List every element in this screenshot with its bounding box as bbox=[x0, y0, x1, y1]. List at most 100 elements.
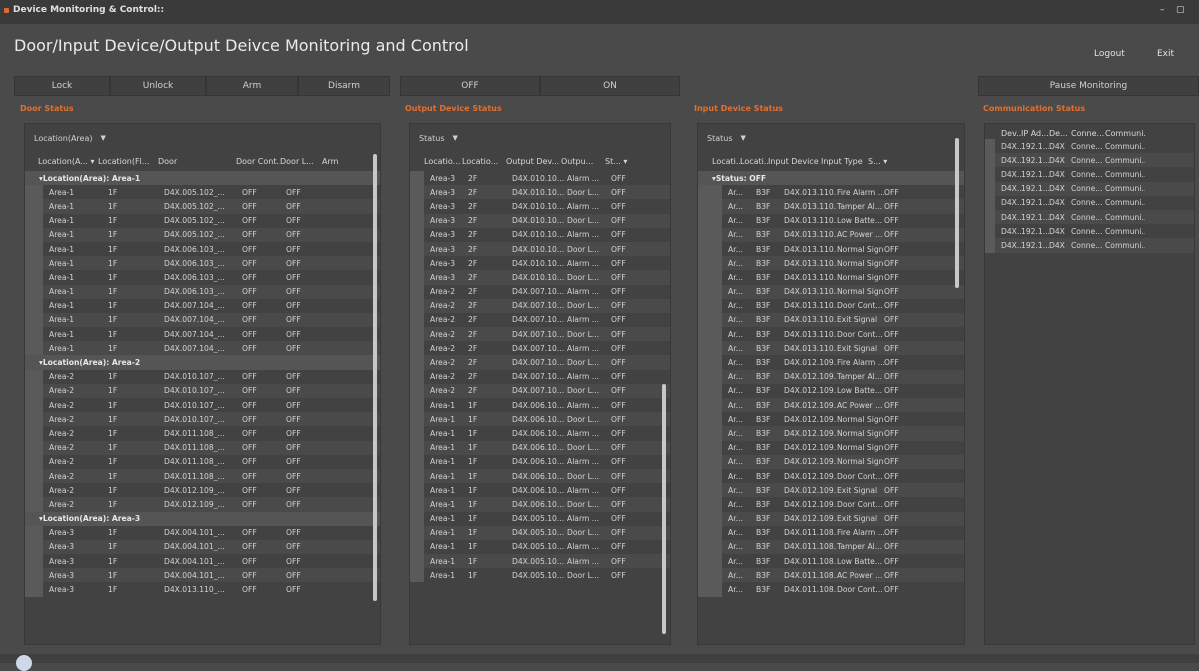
table-row[interactable]: Area-1 1F D4X.005.102_... OFF OFF bbox=[25, 199, 380, 214]
table-row[interactable]: Area-2 2F D4X.007.10... Door L... OFF bbox=[410, 298, 670, 313]
table-row[interactable]: Area-1 1F D4X.005.102_... OFF OFF bbox=[25, 213, 380, 228]
table-row[interactable]: Area-2 2F D4X.007.10... Alarm ... OFF bbox=[410, 369, 670, 384]
start-orb-icon[interactable] bbox=[16, 655, 32, 671]
column-header[interactable]: Door bbox=[158, 157, 236, 166]
table-row[interactable]: Ar... B3F D4X.013.110...Normal SignalOFF bbox=[698, 270, 964, 285]
off-button[interactable]: OFF bbox=[400, 76, 540, 96]
column-header[interactable]: IP Ad... bbox=[1021, 129, 1049, 138]
table-row[interactable]: Area-2 2F D4X.007.10... Alarm ... OFF bbox=[410, 284, 670, 299]
table-row[interactable]: D4X...192.1...D4X Conne...Communi... bbox=[985, 167, 1194, 182]
column-header[interactable]: Locatio... bbox=[462, 157, 506, 166]
table-row[interactable]: Ar... B3F D4X.013.110... Exit Signal OFF bbox=[698, 341, 964, 356]
table-row[interactable]: Ar... B3F D4X.013.110... Tamper Al... OFF bbox=[698, 199, 964, 214]
scrollbar[interactable] bbox=[662, 384, 666, 634]
table-row[interactable]: Ar... B3F D4X.011.108... AC Power ... OFF bbox=[698, 568, 964, 583]
table-row[interactable]: Area-3 1F D4X.004.101_... OFF OFF bbox=[25, 525, 380, 540]
table-row[interactable]: Area-1 1F D4X.006.103_... OFF OFF bbox=[25, 256, 380, 271]
table-row[interactable]: Area-1 1F D4X.005.10... Alarm ... OFF bbox=[410, 511, 670, 526]
table-row[interactable]: Area-1 1F D4X.007.104_... OFF OFF bbox=[25, 298, 380, 313]
table-row[interactable]: Area-3 2F D4X.010.10... Door L... OFF bbox=[410, 270, 670, 285]
group-row[interactable]: ▾ Location(Area): Area-2 bbox=[25, 355, 380, 370]
table-row[interactable]: D4X...192.1...D4X Conne...Communi... bbox=[985, 153, 1194, 168]
table-row[interactable]: Area-3 1F D4X.004.101_... OFF OFF bbox=[25, 554, 380, 569]
table-row[interactable]: Area-1 1F D4X.005.102_... OFF OFF bbox=[25, 185, 380, 200]
table-row[interactable]: Ar... B3F D4X.013.110...Normal SignalOFF bbox=[698, 284, 964, 299]
table-row[interactable]: Area-1 1F D4X.005.10... Door L... OFF bbox=[410, 568, 670, 583]
table-row[interactable]: Area-1 1F D4X.006.10... Alarm ... OFF bbox=[410, 483, 670, 498]
table-row[interactable]: Area-1 1F D4X.005.10... Alarm ... OFF bbox=[410, 554, 670, 569]
column-header[interactable]: Input Type bbox=[821, 157, 868, 166]
table-row[interactable]: Area-3 1F D4X.013.110_... OFF OFF bbox=[25, 582, 380, 597]
table-row[interactable]: Area-1 1F D4X.005.10... Door L... OFF bbox=[410, 525, 670, 540]
table-row[interactable]: Area-2 1F D4X.010.107_... OFF OFF bbox=[25, 398, 380, 413]
table-row[interactable]: D4X...192.1...D4X Conne...Communi... bbox=[985, 195, 1194, 210]
maximize-button[interactable]: ▢ bbox=[1176, 5, 1185, 15]
table-row[interactable]: Ar... B3F D4X.011.108... Door Cont... OFF bbox=[698, 582, 964, 597]
column-header[interactable]: Door L... bbox=[280, 157, 322, 166]
table-row[interactable]: Ar... B3F D4X.012.109...Normal SignalOFF bbox=[698, 412, 964, 427]
table-row[interactable]: Ar... B3F D4X.013.110...Normal SignalOFF bbox=[698, 256, 964, 271]
scrollbar[interactable] bbox=[373, 154, 377, 601]
table-row[interactable]: Ar... B3F D4X.012.109... Exit Signal OFF bbox=[698, 511, 964, 526]
table-row[interactable]: Area-1 1F D4X.005.10... Alarm ... OFF bbox=[410, 539, 670, 555]
table-row[interactable]: Area-2 1F D4X.012.109_... OFF OFF bbox=[25, 483, 380, 498]
lock-button[interactable]: Lock bbox=[14, 76, 110, 96]
table-row[interactable]: D4X...192.1...D4X Conne...Communi... bbox=[985, 181, 1194, 196]
minimize-button[interactable]: – bbox=[1160, 5, 1165, 15]
column-header[interactable]: Output Dev... bbox=[506, 157, 561, 166]
column-header[interactable]: St... ▾ bbox=[605, 157, 635, 166]
on-button[interactable]: ON bbox=[540, 76, 680, 96]
pause-monitoring-button[interactable]: Pause Monitoring bbox=[978, 76, 1199, 96]
table-row[interactable]: Area-2 1F D4X.011.108_... OFF OFF bbox=[25, 440, 380, 455]
table-row[interactable]: Area-1 1F D4X.006.10... Alarm ... OFF bbox=[410, 454, 670, 469]
unlock-button[interactable]: Unlock bbox=[110, 76, 206, 96]
group-row[interactable]: ▾ Status: OFF bbox=[698, 171, 964, 186]
table-row[interactable]: Area-1 1F D4X.006.103_... OFF OFF bbox=[25, 270, 380, 285]
table-row[interactable]: Ar... B3F D4X.012.109... AC Power ... OFF bbox=[698, 398, 964, 413]
table-row[interactable]: Area-1 1F D4X.006.10... Door L... OFF bbox=[410, 440, 670, 455]
table-row[interactable]: Area-2 2F D4X.007.10... Door L... OFF bbox=[410, 327, 670, 342]
group-by-box[interactable]: Status ▼ bbox=[415, 130, 462, 146]
column-header[interactable]: Outpu... bbox=[561, 157, 605, 166]
table-row[interactable]: Area-1 1F D4X.006.10... Alarm ... OFF bbox=[410, 426, 670, 441]
column-header[interactable]: Locati... bbox=[740, 157, 768, 166]
table-row[interactable]: Area-1 1F D4X.007.104_... OFF OFF bbox=[25, 312, 380, 328]
table-row[interactable]: Area-2 1F D4X.011.108_... OFF OFF bbox=[25, 426, 380, 441]
table-row[interactable]: Area-1 1F D4X.006.10... Door L... OFF bbox=[410, 468, 670, 484]
table-row[interactable]: Area-2 2F D4X.007.10... Door L... OFF bbox=[410, 383, 670, 398]
table-row[interactable]: Area-2 1F D4X.011.108_... OFF OFF bbox=[25, 468, 380, 484]
exit-link[interactable]: Exit bbox=[1157, 49, 1174, 59]
group-row[interactable]: ▾ Location(Area): Area-3 bbox=[25, 511, 380, 526]
table-row[interactable]: Ar... B3F D4X.012.109...Normal SignalOFF bbox=[698, 426, 964, 441]
table-row[interactable]: Ar... B3F D4X.013.110... Exit Signal OFF bbox=[698, 312, 964, 328]
table-row[interactable]: Ar... B3F D4X.011.108... Fire Alarm ... OFF bbox=[698, 525, 964, 540]
table-row[interactable]: Area-2 2F D4X.007.10... Alarm ... OFF bbox=[410, 341, 670, 356]
table-row[interactable]: D4X...192.1...D4X Conne...Communi... bbox=[985, 224, 1194, 239]
table-row[interactable]: Area-1 1F D4X.006.10... Door L... OFF bbox=[410, 497, 670, 512]
table-row[interactable]: D4X...192.1...D4X Conne...Communi... bbox=[985, 209, 1194, 225]
logout-link[interactable]: Logout bbox=[1094, 49, 1125, 59]
table-row[interactable]: Ar... B3F D4X.013.110... Door Cont... OFF bbox=[698, 298, 964, 313]
table-row[interactable]: Area-3 2F D4X.010.10... Door L... OFF bbox=[410, 213, 670, 228]
table-row[interactable]: Ar... B3F D4X.013.110... Low Batte... OFF bbox=[698, 213, 964, 228]
column-header[interactable]: Arm bbox=[322, 157, 352, 166]
column-header[interactable]: De... bbox=[1049, 129, 1071, 138]
table-row[interactable]: Area-1 1F D4X.006.103_... OFF OFF bbox=[25, 241, 380, 257]
group-by-box[interactable]: Location(Area) ▼ bbox=[30, 130, 110, 146]
table-row[interactable]: Area-1 1F D4X.007.104_... OFF OFF bbox=[25, 327, 380, 342]
table-row[interactable]: Ar... B3F D4X.013.110... Door Cont... OFF bbox=[698, 327, 964, 342]
table-row[interactable]: Ar... B3F D4X.012.109... Door Cont... OFF bbox=[698, 468, 964, 484]
table-row[interactable]: D4X...192.1...D4X Conne...Communi... bbox=[985, 238, 1194, 253]
column-header[interactable]: Locatio... bbox=[424, 157, 462, 166]
column-header[interactable]: Communi... bbox=[1105, 129, 1145, 138]
table-row[interactable]: Area-2 1F D4X.010.107_... OFF OFF bbox=[25, 369, 380, 384]
group-row[interactable]: ▾ Location(Area): Area-1 bbox=[25, 171, 380, 186]
table-row[interactable]: Area-1 1F D4X.007.104_... OFF OFF bbox=[25, 341, 380, 356]
table-row[interactable]: Area-1 1F D4X.006.103_... OFF OFF bbox=[25, 284, 380, 299]
table-row[interactable]: Area-3 1F D4X.004.101_... OFF OFF bbox=[25, 539, 380, 555]
table-row[interactable]: Ar... B3F D4X.013.110... AC Power ... OFF bbox=[698, 227, 964, 242]
column-header[interactable]: Locati... bbox=[712, 157, 740, 166]
table-row[interactable]: Area-2 1F D4X.012.109_... OFF OFF bbox=[25, 497, 380, 512]
table-row[interactable]: Area-2 1F D4X.010.107_... OFF OFF bbox=[25, 383, 380, 398]
table-row[interactable]: Ar... B3F D4X.012.109... Tamper Al... OFF bbox=[698, 369, 964, 384]
